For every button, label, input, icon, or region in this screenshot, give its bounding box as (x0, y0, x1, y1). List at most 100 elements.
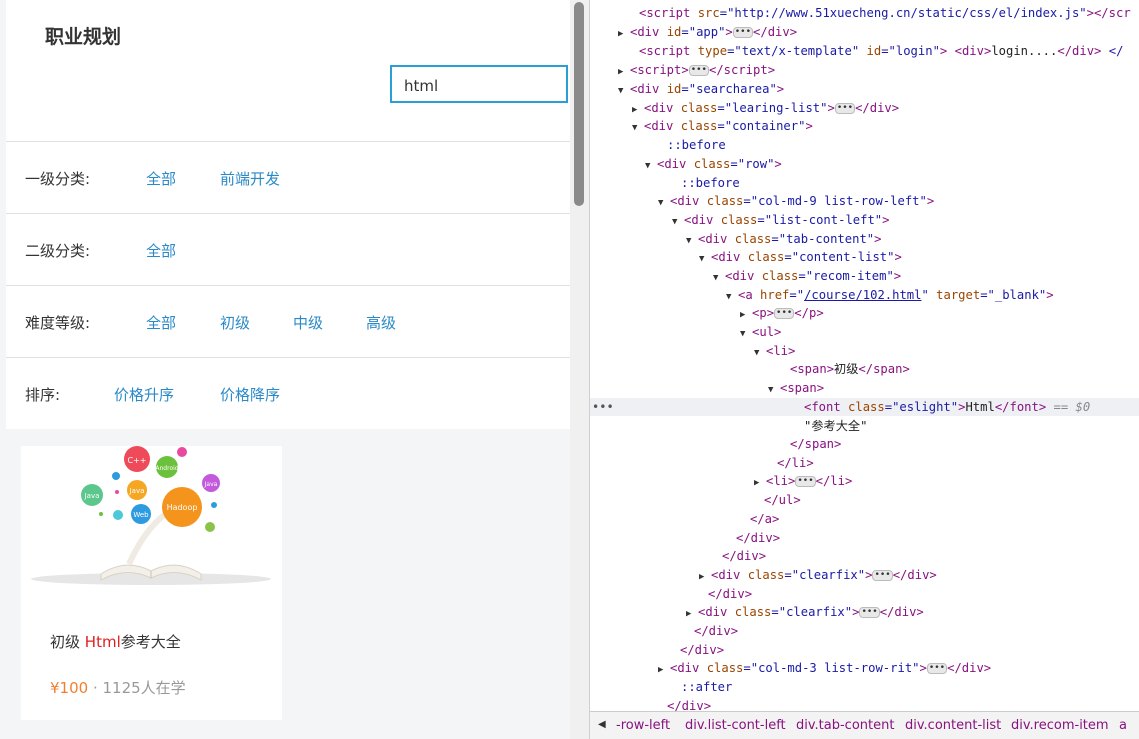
devtools-breadcrumb: ◀ -row-left div.list-cont-left div.tab-c… (590, 711, 1139, 739)
dom-node[interactable]: ▼ <div class="row"> (590, 155, 1139, 173)
image-label: C++ (128, 456, 147, 465)
course-name-rest: 参考大全 (120, 633, 181, 651)
filter-option-all[interactable]: 全部 (146, 312, 176, 333)
expand-toggle-icon: ▶ (686, 609, 692, 619)
breadcrumb-item[interactable]: -row-left (616, 718, 670, 733)
filter-label: 难度等级: (25, 314, 91, 332)
dom-node[interactable]: ▼ <div class="tab-content"> (590, 230, 1139, 248)
expand-toggle-icon: ▼ (713, 273, 719, 283)
filter-label: 一级分类: (25, 170, 91, 188)
course-price: ¥100 (50, 679, 89, 697)
sort-price-desc[interactable]: 价格降序 (220, 384, 280, 405)
filter-row-sort: 排序: 价格升序 价格降序 (6, 357, 570, 429)
breadcrumb-item[interactable]: div.list-cont-left (685, 718, 786, 733)
course-students: · 1125人在学 (92, 679, 186, 697)
dom-node[interactable]: ▼ <ul> (590, 323, 1139, 341)
dom-node[interactable]: </div> (590, 529, 1139, 547)
dom-node[interactable]: "参考大全" (590, 417, 1139, 435)
expand-toggle-icon: ▶ (740, 310, 746, 320)
dom-node[interactable]: ::after (590, 678, 1139, 696)
expand-toggle-icon: ▼ (645, 161, 651, 171)
dom-node[interactable]: <script src="http://www.51xuecheng.cn/st… (590, 4, 1139, 22)
dom-node[interactable]: ▼ <a href="/course/102.html" target="_bla… (590, 286, 1139, 304)
expand-toggle-icon: ▼ (658, 198, 664, 208)
dom-node[interactable]: ▼ <span> (590, 379, 1139, 397)
filter-option-beginner[interactable]: 初级 (220, 312, 250, 333)
expand-toggle-icon: ▶ (618, 29, 624, 39)
dom-node[interactable]: </span> (590, 435, 1139, 453)
course-highlight: Html (84, 633, 121, 651)
filter-option-frontend[interactable]: 前端开发 (220, 168, 280, 189)
image-label: Web (133, 511, 149, 519)
dom-node[interactable]: ▶ <div class="clearfix"> ••• </div> (590, 603, 1139, 621)
filter-option-advanced[interactable]: 高级 (366, 312, 396, 333)
devtools-elements-panel: <script src="http://www.51xuecheng.cn/st… (589, 0, 1139, 739)
dom-node[interactable]: ::before (590, 174, 1139, 192)
expand-toggle-icon: ▶ (658, 665, 664, 675)
filter-row-category2: 二级分类: 全部 (6, 213, 570, 285)
expand-toggle-icon: ▼ (699, 254, 705, 264)
node-actions-icon[interactable]: ••• (592, 398, 614, 416)
filter-label: 二级分类: (25, 242, 91, 260)
dom-node[interactable]: </li> (590, 454, 1139, 472)
dom-node[interactable]: </div> (590, 547, 1139, 565)
dom-node[interactable]: ▼ <div class="content-list"> (590, 248, 1139, 266)
dom-node[interactable]: ▼ <div class="list-cont-left"> (590, 211, 1139, 229)
course-image: C++ Android Java Java Web Hadoop Java (31, 446, 271, 585)
filter-option-all[interactable]: 全部 (146, 168, 176, 189)
scrollbar-thumb[interactable] (574, 2, 584, 206)
filter-row-category1: 一级分类: 全部 前端开发 (6, 141, 570, 213)
image-label: Java (84, 492, 100, 500)
dom-node[interactable]: <script type="text/x-template" id="login… (590, 42, 1139, 60)
breadcrumb-item[interactable]: div.content-list (905, 718, 1001, 733)
course-search-page: 职业规划 html 一级分类: 全部 前端开发 二级分类: 全部 难度等级: 全… (0, 0, 589, 739)
dom-node[interactable]: ▼ <div id="searcharea"> (590, 80, 1139, 98)
course-name[interactable]: 初级 Html参考大全 (50, 631, 181, 652)
course-meta: ¥100 · 1125人在学 (50, 677, 186, 698)
course-card[interactable]: C++ Android Java Java Web Hadoop Java 初级… (21, 446, 282, 720)
dom-node[interactable]: ▶ <div class="col-md-3 list-row-rit"> ••• <… (590, 659, 1139, 677)
filter-row-difficulty: 难度等级: 全部 初级 中级 高级 (6, 285, 570, 357)
filter-label: 排序: (25, 386, 61, 404)
expand-toggle-icon: ▼ (672, 217, 678, 227)
image-label: Java (129, 487, 145, 495)
dom-node-selected[interactable]: <font class="eslight">Html</font> == $0 •… (590, 398, 1139, 416)
breadcrumb-item[interactable]: a (1119, 718, 1127, 733)
dom-node[interactable]: ▶ <p> ••• </p> (590, 304, 1139, 322)
expand-toggle-icon: ▼ (632, 123, 638, 133)
filter-option-all[interactable]: 全部 (146, 240, 176, 261)
dom-node[interactable]: <span>初级</span> (590, 360, 1139, 378)
filter-option-intermediate[interactable]: 中级 (293, 312, 323, 333)
dom-node[interactable]: ▼ <div class="recom-item"> (590, 267, 1139, 285)
expand-toggle-icon: ▼ (740, 329, 746, 339)
dom-node[interactable]: </ul> (590, 491, 1139, 509)
dom-node[interactable]: ▶ <li> ••• </li> (590, 472, 1139, 490)
image-label: Java (204, 481, 218, 488)
dom-node[interactable]: ▼ <div class="container"> (590, 117, 1139, 135)
page-title: 职业规划 (45, 26, 122, 48)
dom-node[interactable]: ▶ <div class="clearfix"> ••• </div> (590, 566, 1139, 584)
dom-node[interactable]: ▼ <div class="col-md-9 list-row-left"> (590, 192, 1139, 210)
dom-node[interactable]: </a> (590, 510, 1139, 528)
dom-node[interactable]: </div> (590, 641, 1139, 659)
dom-node[interactable]: ▶ <script> ••• </script> (590, 61, 1139, 79)
expand-toggle-icon: ▶ (699, 572, 705, 582)
expand-toggle-icon: ▼ (618, 86, 624, 96)
expand-toggle-icon: ▶ (618, 67, 624, 77)
dom-node[interactable]: ::before (590, 136, 1139, 154)
dom-node[interactable]: ▶ <div class="learing-list"> ••• </div> (590, 99, 1139, 117)
page-scrollbar[interactable] (570, 0, 589, 739)
dom-node[interactable]: ▼ <li> (590, 342, 1139, 360)
expand-toggle-icon: ▼ (768, 385, 774, 395)
breadcrumb-item[interactable]: div.recom-item (1011, 718, 1109, 733)
dom-node[interactable]: </div> (590, 585, 1139, 603)
dom-node[interactable]: ▶ <div id="app"> ••• </div> (590, 23, 1139, 41)
breadcrumb-left-icon[interactable]: ◀ (598, 719, 606, 730)
sort-price-asc[interactable]: 价格升序 (114, 384, 174, 405)
dom-node[interactable]: </div> (590, 622, 1139, 640)
breadcrumb-item[interactable]: div.tab-content (796, 718, 894, 733)
course-level: 初级 (50, 633, 81, 651)
image-label: Android (155, 465, 178, 472)
image-label: Hadoop (167, 503, 198, 512)
search-input[interactable]: html (390, 65, 568, 103)
